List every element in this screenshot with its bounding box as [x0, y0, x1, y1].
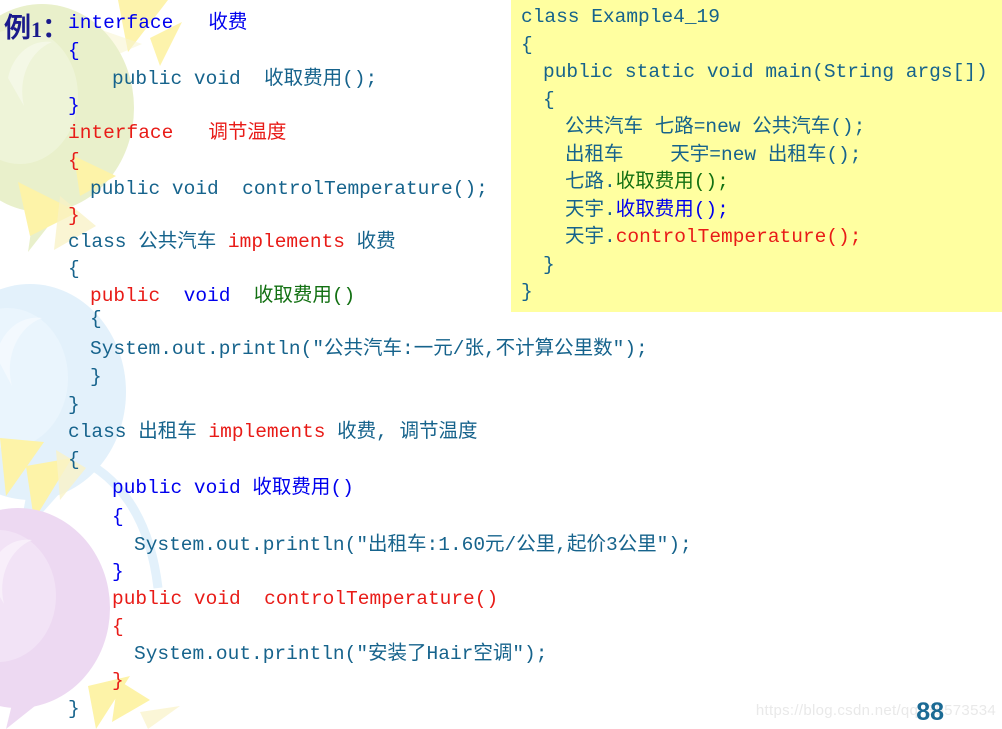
code-token: System.out.println("安装了Hair空调");	[134, 643, 548, 665]
code-line: }	[543, 253, 555, 286]
code-line: }	[68, 95, 80, 124]
code-token: }	[112, 670, 124, 692]
code-token: }	[543, 253, 555, 276]
example-label-suffix: ：	[42, 13, 69, 43]
code-line: System.out.println("公共汽车:一元/张,不计算公里数");	[90, 338, 648, 367]
left-code-listing: interface 收费 { public void 收取费用();} interfa…	[0, 0, 692, 729]
code-line: {	[543, 88, 555, 121]
example-label-number: 1	[31, 17, 42, 42]
example-class-code-box: class Example4_19 { public static void mai…	[511, 0, 1002, 312]
code-line: class 公共汽车 implements 收费	[68, 231, 396, 260]
code-token: 收费	[344, 231, 396, 253]
code-line: {	[112, 616, 124, 645]
code-line: interface 收费	[68, 12, 248, 41]
code-line: {	[90, 308, 102, 337]
code-line: }	[68, 698, 80, 727]
code-token: 收取费用();	[615, 171, 729, 193]
code-line: {	[521, 33, 533, 66]
code-token: 收取费用()	[253, 285, 356, 307]
code-line: 天宇.controlTemperature();	[565, 226, 862, 258]
code-token: {	[68, 449, 80, 471]
code-token: }	[68, 95, 80, 117]
code-line: }	[521, 281, 533, 313]
code-token: {	[68, 150, 80, 172]
code-line: System.out.println("出租车:1.60元/公里,起价3公里")…	[134, 534, 692, 563]
example-label: 例1：	[4, 6, 69, 45]
code-token: }	[68, 698, 80, 720]
code-token: {	[112, 616, 124, 638]
code-line: {	[112, 506, 124, 535]
code-token: {	[68, 258, 80, 280]
code-token: }	[90, 366, 102, 388]
code-token: class 公共汽车	[68, 231, 228, 253]
code-token: {	[521, 33, 533, 56]
code-token: controlTemperature();	[615, 226, 862, 248]
code-token: 天宇.	[565, 198, 616, 221]
code-token: System.out.println("出租车:1.60元/公里,起价3公里")…	[134, 534, 692, 556]
code-token: class 出租车	[68, 421, 209, 443]
code-token: interface 收费	[68, 12, 248, 34]
code-line: public void controlTemperature();	[90, 178, 488, 207]
code-token: public void controlTemperature()	[112, 588, 499, 610]
code-line: class 出租车 implements 收费, 调节温度	[68, 421, 478, 450]
code-line: {	[68, 449, 80, 478]
code-token: }	[521, 281, 533, 303]
code-token: 七路.	[565, 171, 616, 193]
code-token: {	[68, 40, 80, 62]
code-token: public void controlTemperature();	[90, 178, 488, 200]
code-token: interface 调节温度	[68, 122, 287, 144]
example-label-prefix: 例	[4, 13, 31, 43]
code-line: {	[68, 150, 80, 179]
code-token: 出租车 天宇=new 出租车();	[565, 143, 862, 166]
code-token: 收费, 调节温度	[325, 421, 478, 443]
code-token: class Example4_19	[521, 6, 720, 28]
code-token: public	[90, 285, 161, 307]
code-line: }	[112, 561, 124, 590]
code-line: public void 收取费用()	[90, 285, 356, 314]
code-token: implements	[227, 231, 345, 253]
code-token: public void 收取费用()	[112, 477, 354, 499]
code-line: System.out.println("安装了Hair空调");	[134, 643, 548, 672]
csdn-watermark: https://blog.csdn.net/qq_35573534	[755, 702, 996, 719]
code-token: 公共汽车 七路=new 公共汽车();	[565, 116, 866, 138]
code-line: interface 调节温度	[68, 122, 287, 151]
code-token: public static void main(String args[])	[543, 61, 988, 83]
code-line: {	[68, 40, 80, 69]
code-line: class Example4_19	[521, 6, 720, 38]
code-token: 收取费用();	[615, 198, 729, 221]
code-line: }	[68, 205, 80, 234]
code-token: void	[183, 285, 231, 307]
code-line: }	[112, 670, 124, 699]
code-line: public void 收取费用()	[112, 477, 354, 506]
page-number: 88	[916, 698, 944, 726]
code-token: implements	[208, 421, 326, 443]
code-token: }	[68, 394, 80, 416]
code-token: public void 收取费用();	[112, 68, 378, 90]
code-token: {	[90, 308, 102, 330]
code-token: 天宇.	[565, 226, 616, 248]
code-token: }	[112, 561, 124, 583]
code-line: public void controlTemperature()	[112, 588, 499, 617]
code-token: {	[112, 506, 124, 528]
code-token: }	[68, 205, 80, 227]
code-line: }	[90, 366, 102, 395]
code-token: {	[543, 88, 555, 111]
code-line: public void 收取费用();	[112, 68, 378, 97]
code-token: System.out.println("公共汽车:一元/张,不计算公里数");	[90, 338, 648, 360]
code-line: {	[68, 258, 80, 287]
code-line: }	[68, 394, 80, 423]
code-line: public static void main(String args[])	[543, 61, 988, 93]
